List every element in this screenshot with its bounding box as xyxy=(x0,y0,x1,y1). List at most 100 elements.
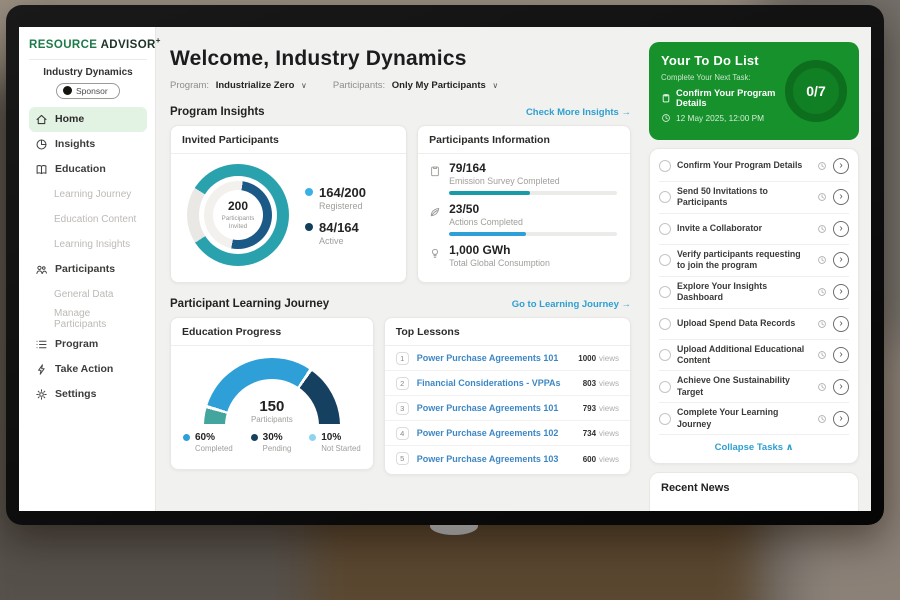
invited-donut-ring-inner: 200 Participants Invited xyxy=(204,181,272,249)
task-checkbox[interactable] xyxy=(659,160,671,172)
task-row-explore-insights[interactable]: Explore Your Insights Dashboard › xyxy=(659,277,849,309)
sidebar-item-insights[interactable]: Insights xyxy=(29,132,147,157)
education-progress-card: Education Progress 150 Participants 60%C… xyxy=(170,317,374,470)
task-open-button[interactable]: › xyxy=(833,316,849,332)
task-checkbox[interactable] xyxy=(659,349,671,361)
rank-badge: 3 xyxy=(396,402,409,415)
sidebar-item-learning-journey[interactable]: Learning Journey xyxy=(29,182,147,207)
card-title: Top Lessons xyxy=(385,318,630,346)
task-open-button[interactable]: › xyxy=(833,411,849,427)
task-open-button[interactable]: › xyxy=(833,252,849,268)
clock-icon xyxy=(817,224,827,234)
stat-emission-survey: 79/164 Emission Survey Completed xyxy=(418,154,630,195)
lesson-link[interactable]: Power Purchase Agreements 102 xyxy=(417,428,575,438)
collapse-caret-icon: ∧ xyxy=(786,442,794,453)
monitor-bezel: RESOURCE ADVISOR+ Industry Dynamics Spon… xyxy=(6,5,884,525)
main-content: Welcome, Industry Dynamics Program: Indu… xyxy=(156,27,643,511)
insights-icon xyxy=(35,138,48,151)
gauge-legend: 60%Completed 30%Pending 10%Not Started xyxy=(171,424,373,453)
take-action-icon xyxy=(35,363,48,376)
sidebar-item-learning-insights[interactable]: Learning Insights xyxy=(29,232,147,257)
program-filter[interactable]: Program: Industrialize Zero ∨ xyxy=(170,80,307,91)
clock-icon xyxy=(817,382,827,392)
task-checkbox[interactable] xyxy=(659,318,671,330)
lightbulb-icon xyxy=(429,247,441,259)
legend-registered: 164/200Registered xyxy=(305,185,366,211)
task-checkbox[interactable] xyxy=(659,286,671,298)
sponsor-icon xyxy=(63,86,72,95)
dashboard-screen: RESOURCE ADVISOR+ Industry Dynamics Spon… xyxy=(19,27,871,511)
task-row-achieve-sustainability-target[interactable]: Achieve One Sustainability Target › xyxy=(659,371,849,403)
task-checkbox[interactable] xyxy=(659,381,671,393)
learning-journey-heading: Participant Learning Journey xyxy=(170,298,329,310)
todo-subtitle: Complete Your Next Task: xyxy=(661,73,785,82)
rank-badge: 4 xyxy=(396,427,409,440)
participants-filter[interactable]: Participants: Only My Participants ∨ xyxy=(333,80,498,91)
program-insights-heading: Program Insights xyxy=(170,106,265,118)
legend-active: 84/164Active xyxy=(305,220,366,246)
participants-information-card: Participants Information 79/164 Emission… xyxy=(417,125,631,283)
page-title: Welcome, Industry Dynamics xyxy=(170,47,631,71)
task-open-button[interactable]: › xyxy=(833,221,849,237)
card-title: Participants Information xyxy=(418,126,630,154)
sidebar-item-general-data[interactable]: General Data xyxy=(29,282,147,307)
lesson-link[interactable]: Power Purchase Agreements 101 xyxy=(417,403,575,413)
sponsor-badge[interactable]: Sponsor xyxy=(56,83,120,99)
task-checkbox[interactable] xyxy=(659,254,671,266)
go-to-learning-journey-link[interactable]: Go to Learning Journey → xyxy=(512,299,631,310)
lesson-row: 5 Power Purchase Agreements 103 600 view… xyxy=(385,446,630,471)
sidebar-item-education-content[interactable]: Education Content xyxy=(29,207,147,232)
todo-next-task[interactable]: Confirm Your Program Details xyxy=(661,88,785,108)
task-checkbox[interactable] xyxy=(659,413,671,425)
lesson-link[interactable]: Power Purchase Agreements 103 xyxy=(417,454,575,464)
legend-pending: 30%Pending xyxy=(251,432,292,453)
task-row-upload-spend-data[interactable]: Upload Spend Data Records › xyxy=(659,309,849,340)
task-open-button[interactable]: › xyxy=(833,189,849,205)
task-row-send-invitations[interactable]: Send 50 Invitations to Participants › xyxy=(659,182,849,214)
collapse-tasks-link[interactable]: Collapse Tasks ∧ xyxy=(659,435,849,461)
todo-progress-value: 0/7 xyxy=(806,83,825,99)
task-checkbox[interactable] xyxy=(659,191,671,203)
sidebar-item-take-action[interactable]: Take Action xyxy=(29,357,147,382)
clock-icon xyxy=(817,319,827,329)
clipboard-icon xyxy=(661,93,671,103)
recent-news-heading: Recent News xyxy=(661,482,847,494)
task-row-upload-educational-content[interactable]: Upload Additional Educational Content › xyxy=(659,340,849,372)
task-open-button[interactable]: › xyxy=(833,284,849,300)
check-more-insights-link[interactable]: Check More Insights → xyxy=(526,107,631,118)
invited-donut-ring-outer: 200 Participants Invited xyxy=(187,164,289,266)
legend-completed: 60%Completed xyxy=(183,432,233,453)
lesson-link[interactable]: Financial Considerations - VPPAs xyxy=(417,378,575,388)
lesson-link[interactable]: Power Purchase Agreements 101 xyxy=(417,353,571,363)
sidebar-item-home[interactable]: Home xyxy=(29,107,147,132)
task-open-button[interactable]: › xyxy=(833,158,849,174)
photo-stage: RESOURCE ADVISOR+ Industry Dynamics Spon… xyxy=(0,0,900,600)
task-row-complete-learning-journey[interactable]: Complete Your Learning Journey › xyxy=(659,403,849,435)
task-open-button[interactable]: › xyxy=(833,347,849,363)
todo-title: Your To Do List xyxy=(661,53,785,68)
sidebar-item-participants[interactable]: Participants xyxy=(29,257,147,282)
organization-name: Industry Dynamics xyxy=(29,67,147,78)
task-row-invite-collaborator[interactable]: Invite a Collaborator › xyxy=(659,214,849,245)
lesson-row: 2 Financial Considerations - VPPAs 803 v… xyxy=(385,371,630,396)
gear-icon xyxy=(35,388,48,401)
task-row-confirm-program[interactable]: Confirm Your Program Details › xyxy=(659,151,849,182)
gauge-center-label: Participants xyxy=(204,415,340,424)
sidebar-item-program[interactable]: Program xyxy=(29,332,147,357)
people-icon xyxy=(35,263,48,276)
sidebar-item-education[interactable]: Education xyxy=(29,157,147,182)
top-lessons-card: Top Lessons 1 Power Purchase Agreements … xyxy=(384,317,631,475)
sidebar: RESOURCE ADVISOR+ Industry Dynamics Spon… xyxy=(19,27,156,511)
sidebar-item-settings[interactable]: Settings xyxy=(29,382,147,407)
task-checkbox[interactable] xyxy=(659,223,671,235)
lesson-row: 4 Power Purchase Agreements 102 734 view… xyxy=(385,421,630,446)
task-open-button[interactable]: › xyxy=(833,379,849,395)
task-row-verify-participants[interactable]: Verify participants requesting to join t… xyxy=(659,245,849,277)
card-title: Education Progress xyxy=(171,318,373,346)
completed-dot xyxy=(183,434,190,441)
sidebar-item-manage-participants[interactable]: Manage Participants xyxy=(29,307,147,332)
registered-dot xyxy=(305,188,313,196)
rank-badge: 1 xyxy=(396,352,409,365)
emission-progress-bar xyxy=(449,191,617,195)
gauge-center-value: 150 xyxy=(204,398,340,415)
